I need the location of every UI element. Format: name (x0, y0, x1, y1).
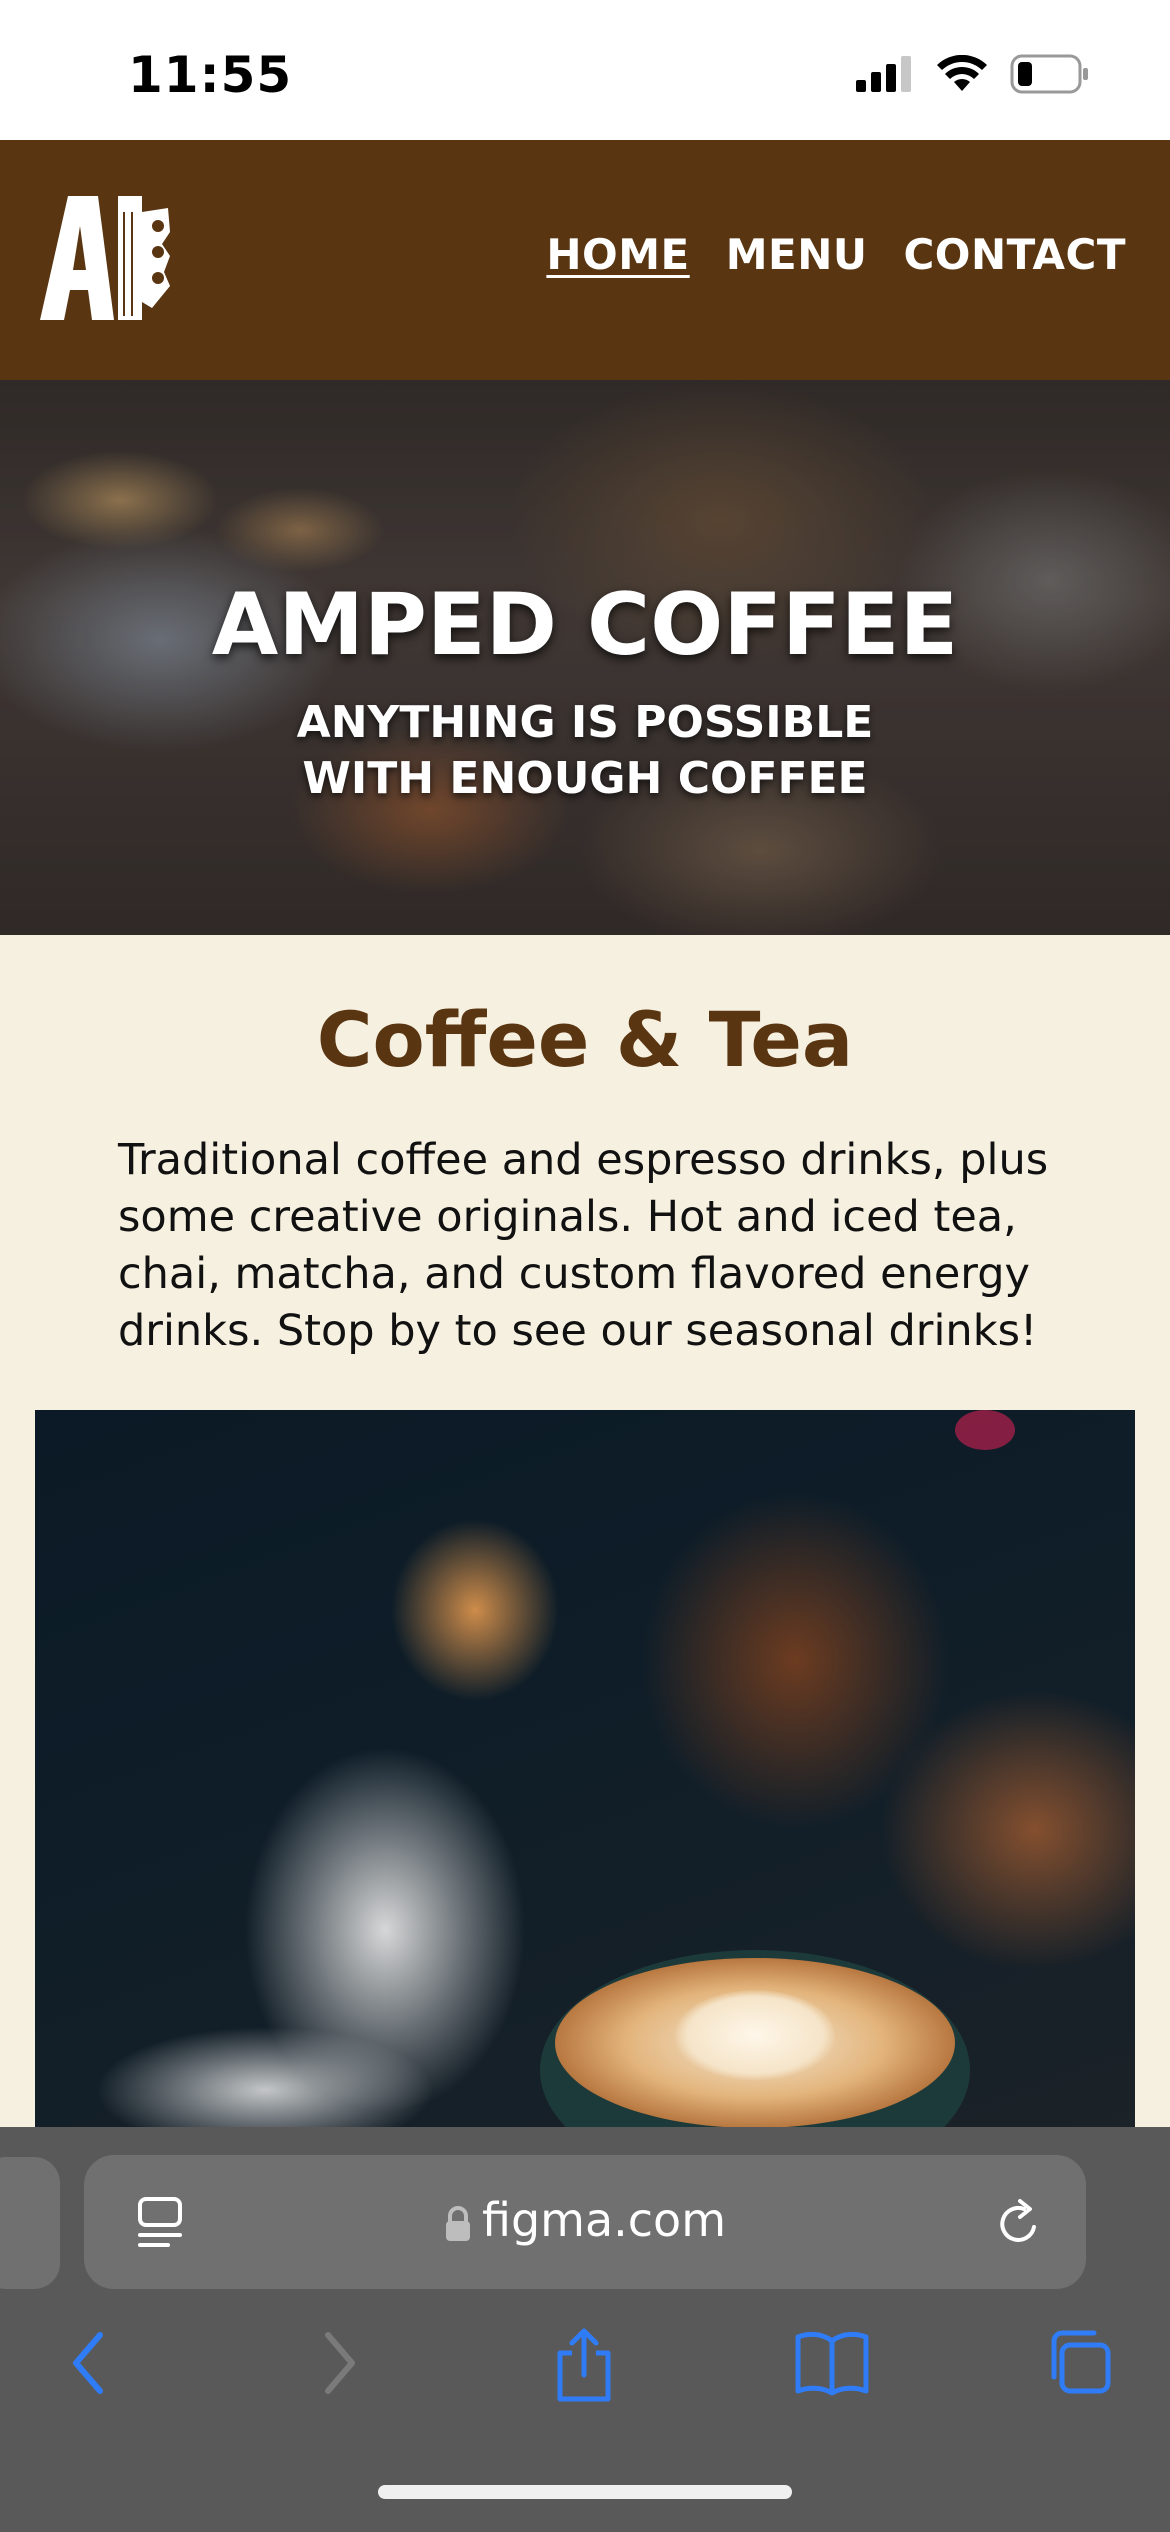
lock-icon (445, 2205, 470, 2241)
hero-tagline-line2: WITH ENOUGH COFFEE (302, 753, 868, 804)
bookmarks-icon[interactable] (794, 2327, 870, 2397)
browser-toolbar (0, 2327, 1170, 2447)
browser-bottom-bar: figma.com (0, 2127, 1170, 2532)
main-nav: HOME MENU CONTACT (546, 230, 1126, 279)
site-header: HOME MENU CONTACT (0, 140, 1170, 380)
hero-tagline-line1: ANYTHING IS POSSIBLE (296, 697, 874, 748)
section-description: Traditional coffee and espresso drinks, … (118, 1135, 1049, 1356)
status-icons (856, 54, 1090, 94)
page: 11:55 HOME MENU CONTACT AMPED COFFEE ANY… (0, 0, 1170, 2532)
nav-menu-link[interactable]: MENU (726, 230, 868, 279)
address-display[interactable]: figma.com (84, 2193, 1086, 2247)
logo[interactable] (40, 192, 180, 322)
section-title: Coffee & Tea (316, 995, 854, 1084)
hero-banner: AMPED COFFEE ANYTHING IS POSSIBLE WITH E… (0, 380, 1170, 935)
latte-art (675, 1990, 835, 2080)
address-bar[interactable]: figma.com (84, 2155, 1086, 2289)
nav-contact-link[interactable]: CONTACT (903, 230, 1126, 279)
status-bar: 11:55 (0, 0, 1170, 140)
coffee-photo (35, 1410, 1135, 2130)
wifi-icon (937, 55, 987, 91)
home-indicator[interactable] (378, 2485, 792, 2499)
forward-icon[interactable] (318, 2327, 362, 2399)
hero-title: AMPED COFFEE (211, 575, 959, 675)
battery-icon (1010, 54, 1088, 94)
nav-home-link[interactable]: HOME (546, 230, 689, 279)
flower-decoration (955, 1410, 1015, 1450)
reload-icon[interactable] (994, 2195, 1046, 2251)
previous-tab-peek[interactable] (0, 2157, 60, 2289)
tabs-icon[interactable] (1044, 2327, 1114, 2397)
back-icon[interactable] (66, 2327, 110, 2399)
cellular-signal-icon (856, 56, 911, 92)
hero-tagline: ANYTHING IS POSSIBLE WITH ENOUGH COFFEE (0, 695, 1170, 807)
share-icon[interactable] (552, 2327, 616, 2403)
address-text: figma.com (481, 2193, 727, 2247)
status-time: 11:55 (128, 46, 293, 104)
